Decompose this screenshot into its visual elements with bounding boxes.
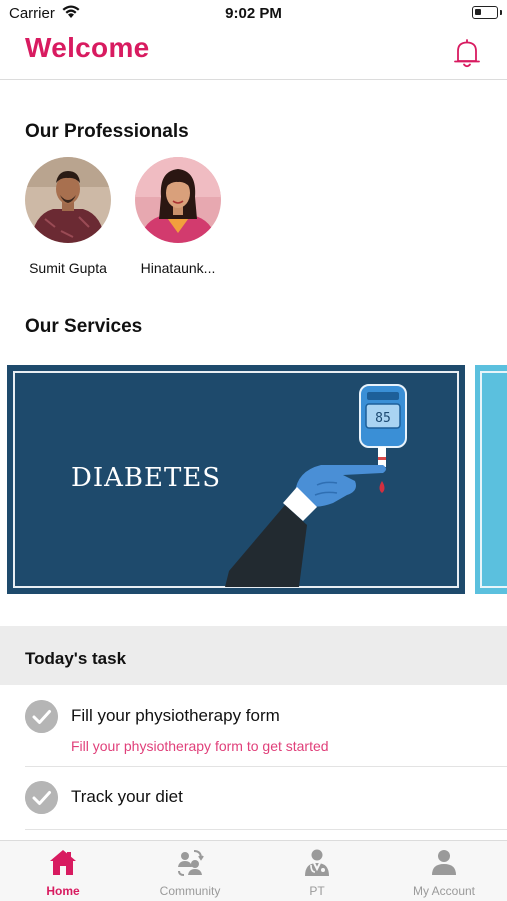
- glucose-meter-illustration: 85: [225, 384, 407, 587]
- task-subtitle[interactable]: Fill your physiotherapy form to get star…: [71, 738, 329, 754]
- tab-label: PT: [309, 884, 325, 898]
- services-title: Our Services: [25, 316, 143, 337]
- divider: [25, 766, 507, 767]
- page-title: Welcome: [25, 32, 150, 63]
- professional-card[interactable]: Sumit Gupta: [13, 157, 123, 276]
- professional-name: Sumit Gupta: [29, 260, 107, 276]
- meter-reading: 85: [375, 411, 391, 426]
- app-header: Welcome: [0, 28, 507, 80]
- task-item[interactable]: Fill your physiotherapy form Fill your p…: [25, 700, 507, 766]
- tasks-header: Today's task: [0, 626, 507, 685]
- doctor-icon: [305, 849, 329, 876]
- battery-icon: [472, 6, 502, 19]
- tasks-title: Today's task: [25, 649, 127, 668]
- tab-home[interactable]: Home: [0, 841, 126, 901]
- avatar: [135, 157, 221, 243]
- task-title: Track your diet: [71, 787, 183, 806]
- service-card-next[interactable]: [475, 365, 507, 594]
- community-icon: [178, 850, 204, 876]
- service-card-diabetes[interactable]: DIABETES 85: [7, 365, 465, 594]
- tab-label: Community: [159, 884, 221, 898]
- check-circle-icon[interactable]: [25, 700, 58, 733]
- tab-label: Home: [46, 884, 80, 898]
- tab-pt[interactable]: PT: [254, 841, 380, 901]
- task-title: Fill your physiotherapy form: [71, 706, 280, 725]
- divider: [25, 829, 507, 830]
- status-bar: Carrier 9:02 PM: [0, 0, 507, 28]
- user-icon: [432, 850, 456, 875]
- task-item[interactable]: Track your diet: [25, 781, 507, 815]
- clock: 9:02 PM: [225, 5, 282, 22]
- professional-name: Hinataunk...: [140, 260, 216, 276]
- bell-icon[interactable]: [453, 37, 481, 69]
- avatar: [25, 157, 111, 243]
- home-icon: [50, 850, 76, 875]
- tab-my-account[interactable]: My Account: [381, 841, 507, 901]
- tab-label: My Account: [412, 884, 476, 898]
- tab-bar: Home Community PT My Account: [0, 840, 507, 901]
- professional-card[interactable]: Hinataunk...: [123, 157, 233, 276]
- card-frame: [480, 371, 507, 588]
- check-circle-icon[interactable]: [25, 781, 58, 814]
- service-label: DIABETES: [71, 463, 222, 493]
- professionals-title: Our Professionals: [25, 121, 189, 142]
- tab-community[interactable]: Community: [127, 841, 253, 901]
